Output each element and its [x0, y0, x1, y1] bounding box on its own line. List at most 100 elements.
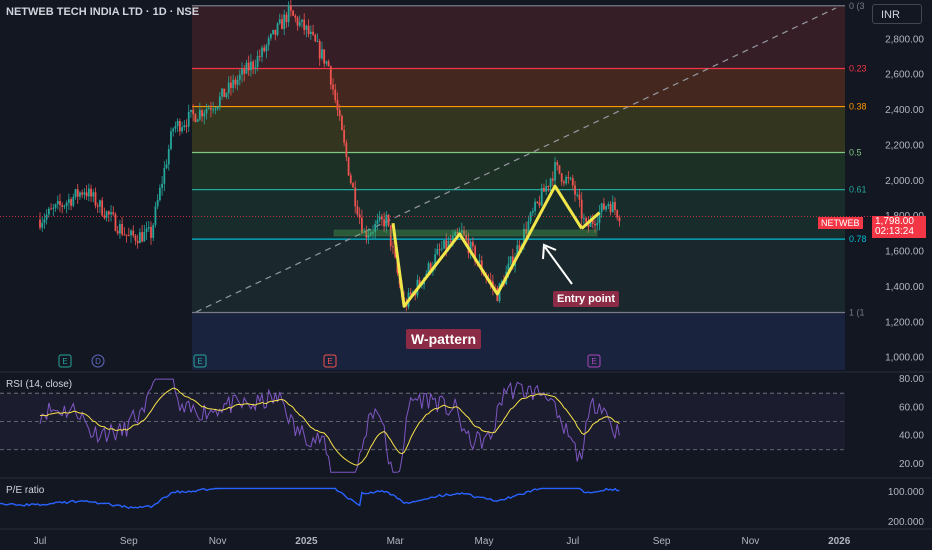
- candle-body: [221, 88, 223, 97]
- candle-body: [81, 192, 84, 195]
- candle-body: [234, 79, 237, 85]
- candle-body: [243, 68, 246, 74]
- candle-body: [294, 15, 297, 18]
- candle-body: [580, 199, 583, 219]
- candle-body: [110, 212, 112, 215]
- candle-body: [347, 157, 350, 176]
- candle-body: [45, 214, 48, 220]
- candle-body: [225, 93, 228, 98]
- event-marker-letter: E: [591, 357, 596, 366]
- candle-body: [263, 47, 266, 52]
- candle-body: [578, 194, 581, 200]
- candle-body: [543, 187, 545, 192]
- bar-countdown: 02:13:24: [875, 226, 914, 237]
- candle-body: [87, 188, 90, 197]
- candle-body: [203, 113, 206, 117]
- candle-body: [192, 109, 195, 115]
- candle-body: [198, 110, 201, 120]
- candle-body: [345, 142, 348, 158]
- fib-zone: [192, 68, 845, 107]
- neckline-zone: [333, 229, 598, 237]
- candle-body: [321, 49, 323, 59]
- currency-selector[interactable]: INR: [872, 4, 922, 24]
- candle-body: [276, 23, 279, 35]
- candle-body: [296, 17, 299, 26]
- candle-body: [227, 82, 230, 94]
- candle-body: [99, 200, 101, 207]
- candle-body: [194, 114, 197, 122]
- candle-body: [449, 240, 452, 243]
- candle-body: [119, 224, 121, 234]
- candle-body: [560, 173, 563, 182]
- candle-body: [254, 66, 257, 68]
- candle-body: [134, 235, 137, 241]
- candle-body: [41, 222, 44, 228]
- candle-body: [207, 108, 210, 110]
- chart-canvas[interactable]: 0 (3 0.23 0.38 0.5 0.61 0.78 1 (1 E D E E E 1,000.00…: [0, 0, 932, 550]
- rsi-tick-label: 60.00: [899, 402, 924, 413]
- candle-body: [289, 5, 292, 11]
- candle-body: [614, 202, 616, 211]
- candle-body: [139, 232, 141, 244]
- candle-body: [409, 292, 412, 295]
- candle-body: [349, 175, 352, 184]
- fib-zone: [192, 106, 845, 153]
- candle-body: [356, 206, 359, 215]
- fib-level-label: 0.23: [849, 64, 867, 74]
- candle-body: [392, 246, 394, 248]
- candle-body: [236, 79, 239, 85]
- candle-body: [214, 108, 217, 110]
- candle-body: [152, 224, 155, 238]
- candle-body: [509, 256, 512, 264]
- candle-body: [536, 201, 539, 203]
- candle-body: [59, 200, 61, 205]
- candle-body: [70, 199, 72, 206]
- candle-body: [569, 178, 572, 180]
- candle-body: [551, 178, 554, 181]
- candle-body: [385, 214, 388, 227]
- candle-body: [303, 19, 306, 30]
- time-tick-label: 2026: [828, 536, 851, 547]
- candle-body: [145, 228, 148, 232]
- candle-body: [176, 121, 179, 127]
- candle-body: [327, 61, 330, 67]
- candle-body: [436, 249, 439, 255]
- candle-body: [540, 187, 543, 206]
- candle-body: [121, 224, 124, 235]
- candle-body: [585, 218, 588, 223]
- candle-body: [61, 204, 64, 207]
- candle-body: [283, 14, 286, 30]
- event-marker-letter: E: [197, 357, 202, 366]
- candle-body: [567, 177, 570, 179]
- rsi-tick-label: 80.00: [899, 374, 924, 385]
- fib-level-label: 0.61: [849, 185, 867, 195]
- candle-body: [594, 223, 596, 226]
- candle-body: [147, 226, 150, 229]
- candle-body: [212, 109, 215, 111]
- price-tick-label: 1,400.00: [885, 282, 924, 293]
- candle-body: [250, 61, 252, 71]
- fib-zone: [192, 152, 845, 190]
- candle-body: [600, 203, 603, 212]
- fib-zone: [192, 239, 845, 313]
- candle-body: [163, 168, 166, 184]
- candle-body: [178, 121, 181, 132]
- price-tick-label: 1,200.00: [885, 317, 924, 328]
- rsi-label: RSI (14, close): [6, 379, 73, 390]
- candle-body: [74, 189, 77, 198]
- candle-body: [383, 219, 385, 227]
- candle-body: [50, 208, 52, 210]
- candle-body: [190, 109, 192, 112]
- candle-body: [141, 232, 144, 242]
- candle-body: [565, 177, 568, 184]
- pe-tick-label: 100.000: [888, 487, 925, 498]
- candle-body: [609, 204, 612, 213]
- candle-body: [571, 178, 574, 186]
- candle-body: [185, 125, 188, 127]
- candle-body: [123, 234, 126, 236]
- candle-body: [132, 230, 135, 236]
- candle-body: [165, 164, 168, 169]
- candle-body: [112, 212, 115, 215]
- symbol-tag: NETWEB: [818, 217, 863, 229]
- candle-body: [210, 108, 212, 110]
